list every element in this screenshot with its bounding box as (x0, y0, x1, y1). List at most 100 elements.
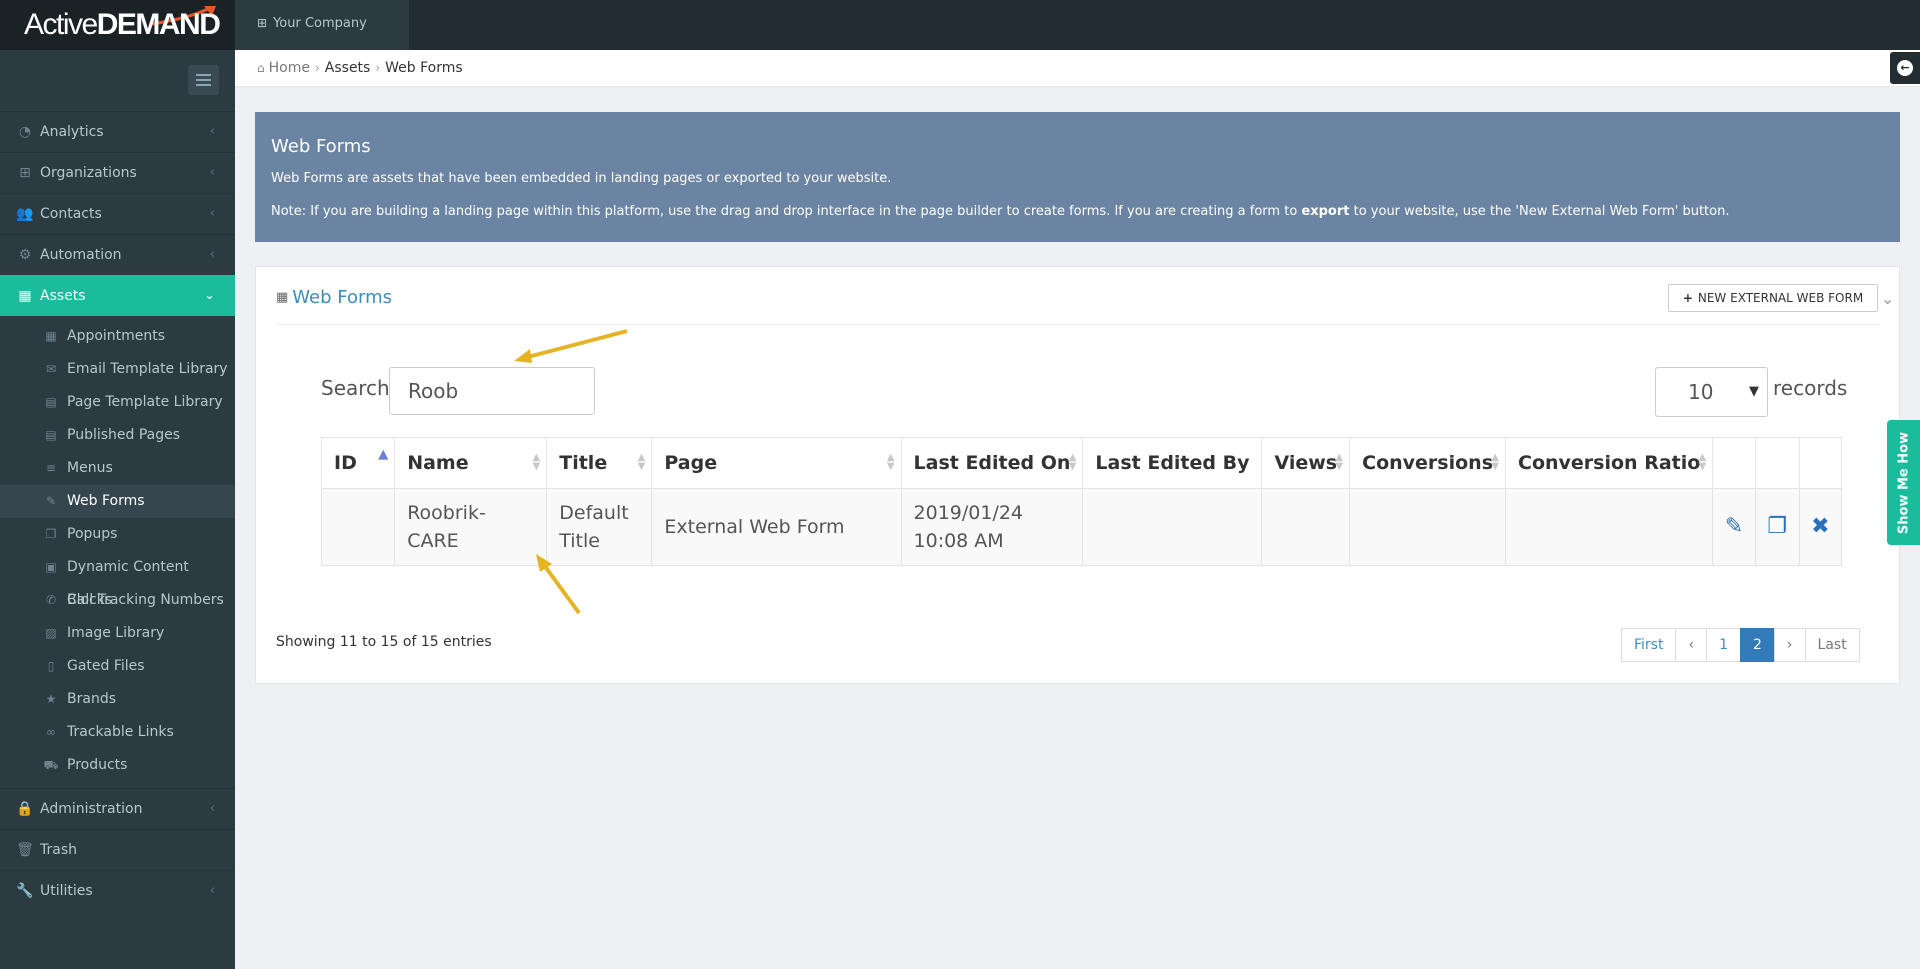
chevron-left-icon: ‹ (209, 883, 215, 898)
subitem-label: Page Template Library (67, 394, 223, 410)
sort-icon: ▲ ▼ (637, 452, 646, 472)
cell-name[interactable]: Roobrik-CARE (394, 488, 548, 566)
column-header-last-edited-by[interactable]: Last Edited By (1082, 437, 1263, 489)
collapse-chevron-icon[interactable]: ⌄ (1881, 289, 1894, 308)
sidebar-subitem-published-pages[interactable]: ▤ Published Pages (0, 419, 235, 452)
assets-submenu: ▦ Appointments ✉ Email Template Library ▤ P… (0, 316, 235, 788)
users-icon: 👥 (16, 206, 34, 222)
page-next-button[interactable]: › (1773, 628, 1806, 662)
lock-icon: 🔒 (16, 801, 34, 817)
column-header-title[interactable]: Title ▲ ▼ (546, 437, 653, 489)
column-header-last-edited-on[interactable]: Last Edited On ▲ ▼ (900, 437, 1084, 489)
pagination: First ‹ 1 2 › Last (1621, 628, 1860, 662)
link-icon: ∞ (46, 725, 56, 739)
chevron-left-icon: ‹ (209, 801, 215, 816)
control-sidebar-toggle[interactable]: ← (1890, 52, 1920, 84)
cell-id (320, 488, 396, 566)
subitem-label: Call Tracking Numbers (67, 592, 224, 608)
panel-title: ▦ Web Forms (276, 287, 392, 308)
grid-icon: ▦ (18, 288, 32, 304)
page-1-button[interactable]: 1 (1706, 628, 1741, 662)
subitem-label: Products (67, 757, 128, 773)
sidebar-item-label: Contacts (40, 206, 102, 222)
logo-text: ActiveDEMAND (24, 8, 221, 41)
breadcrumb-home[interactable]: Home (269, 60, 310, 76)
column-header-conversion-ratio[interactable]: Conversion Ratio ▲ ▼ (1505, 437, 1714, 489)
phone-icon: ✆ (45, 593, 57, 607)
cell-last-edited-on: 2019/01/24 10:08 AM (900, 488, 1084, 566)
company-name: Your Company (273, 16, 367, 31)
sidebar-subitem-brands[interactable]: ★ Brands (0, 683, 235, 716)
logo[interactable]: ActiveDEMAND (0, 0, 235, 50)
column-header-id[interactable]: ID ▲ (320, 437, 396, 489)
breadcrumb-separator: › (314, 61, 320, 75)
dashboard-icon: ◔ (18, 124, 32, 140)
sidebar-item-organizations[interactable]: ⊞ Organizations ‹ (0, 152, 235, 193)
annotation-arrow-name (536, 554, 581, 615)
wrench-icon: 🔧 (16, 883, 34, 899)
column-header-conversions[interactable]: Conversions ▲ ▼ (1349, 437, 1507, 489)
sidebar-item-label: Administration (40, 801, 143, 817)
sidebar-subitem-popups[interactable]: ❐ Popups (0, 518, 235, 551)
sidebar-item-analytics[interactable]: ◔ Analytics ‹ (0, 111, 235, 152)
sitemap-icon: ⊞ (19, 165, 31, 181)
table-header-row: ID ▲ Name ▲ ▼ Title ▲ ▼ Page ▲ ▼ Last Edited On… (320, 437, 1843, 489)
sidebar-subitem-dynamic-content-blocks[interactable]: ▣ Dynamic Content Blocks (0, 551, 235, 608)
web-forms-table: ID ▲ Name ▲ ▼ Title ▲ ▼ Page ▲ ▼ Last Edited On… (320, 437, 1843, 566)
new-external-web-form-button[interactable]: + NEW EXTERNAL WEB FORM (1668, 284, 1878, 312)
sidebar-item-automation[interactable]: ⚙ Automation ‹ (0, 234, 235, 275)
caret-down-icon: ▼ (1749, 384, 1759, 399)
panel-header: ▦ Web Forms + NEW EXTERNAL WEB FORM ⌄ (276, 284, 1894, 325)
column-header-edit (1712, 437, 1756, 489)
image-icon: ▨ (45, 626, 57, 640)
sidebar-subitem-appointments[interactable]: ▦ Appointments (0, 320, 235, 353)
sidebar-item-administration[interactable]: 🔒 Administration ‹ (0, 788, 235, 829)
sort-icon: ▲ ▼ (1335, 452, 1344, 472)
sidebar-item-contacts[interactable]: 👥 Contacts ‹ (0, 193, 235, 234)
sort-asc-icon: ▲ (378, 447, 389, 462)
sidebar-subitem-image-library[interactable]: ▨ Image Library (0, 617, 235, 650)
sidebar-subitem-email-template-library[interactable]: ✉ Email Template Library (0, 353, 235, 386)
sidebar-subitem-call-tracking-numbers[interactable]: ✆ Call Tracking Numbers (0, 584, 235, 617)
sidebar-item-assets[interactable]: ▦ Assets ⌄ (0, 275, 235, 316)
copy-button[interactable]: ❐ (1754, 488, 1800, 566)
search-input[interactable] (389, 367, 595, 415)
column-header-page[interactable]: Page ▲ ▼ (651, 437, 902, 489)
show-me-how-tab[interactable]: Show Me How (1887, 420, 1920, 545)
edit-button[interactable]: ✎ (1712, 488, 1756, 566)
copy-icon: ❐ (1767, 514, 1787, 539)
page-2-button[interactable]: 2 (1740, 628, 1775, 662)
cell-conversion-ratio (1505, 488, 1714, 566)
page-last-button[interactable]: Last (1804, 628, 1860, 662)
close-icon: ✖ (1811, 514, 1830, 539)
sidebar-subitem-menus[interactable]: ≡ Menus (0, 452, 235, 485)
home-icon: ⌂ (257, 61, 265, 75)
file-icon: ▯ (47, 659, 55, 673)
sidebar-subitem-gated-files[interactable]: ▯ Gated Files (0, 650, 235, 683)
subitem-label: Web Forms (67, 493, 145, 509)
arrow-circle-left-icon: ← (1897, 60, 1913, 76)
plus-icon: + (1682, 291, 1693, 305)
page-length-select[interactable]: 10 ▼ (1655, 367, 1768, 417)
company-switcher[interactable]: ⊞ Your Company (235, 0, 409, 50)
sidebar-toggle-button[interactable] (188, 65, 219, 95)
info-description: Web Forms are assets that have been embe… (271, 171, 892, 186)
info-title: Web Forms (271, 136, 371, 157)
sidebar-subitem-products[interactable]: ⛟ Products (0, 749, 235, 782)
page-prev-button[interactable]: ‹ (1675, 628, 1708, 662)
cart-icon: ⛟ (43, 758, 59, 772)
sidebar-subitem-web-forms[interactable]: ✎ Web Forms (0, 485, 235, 518)
sidebar-subitem-page-template-library[interactable]: ▤ Page Template Library (0, 386, 235, 419)
sidebar-subitem-trackable-links[interactable]: ∞ Trackable Links (0, 716, 235, 749)
breadcrumb-assets[interactable]: Assets (325, 60, 371, 76)
page-first-button[interactable]: First (1621, 628, 1677, 662)
web-forms-panel: ▦ Web Forms + NEW EXTERNAL WEB FORM ⌄ Sear… (255, 266, 1900, 684)
column-header-views[interactable]: Views ▲ ▼ (1261, 437, 1351, 489)
sidebar-item-trash[interactable]: 🗑 Trash (0, 829, 235, 870)
sort-icon: ▲ ▼ (886, 452, 895, 472)
sidebar-item-utilities[interactable]: 🔧 Utilities ‹ (0, 870, 235, 911)
info-note: Note: If you are building a landing page… (271, 204, 1730, 219)
delete-button[interactable]: ✖ (1798, 488, 1843, 566)
subitem-label: Brands (67, 691, 116, 707)
column-header-name[interactable]: Name ▲ ▼ (394, 437, 548, 489)
